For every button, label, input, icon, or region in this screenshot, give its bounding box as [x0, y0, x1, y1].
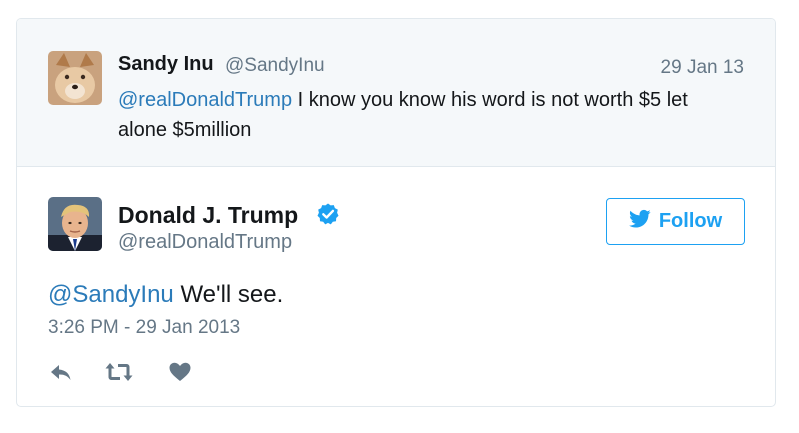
- tweet-text: @SandyInu We'll see.: [48, 281, 283, 309]
- follow-button-label: Follow: [658, 210, 723, 232]
- like-icon[interactable]: [168, 360, 192, 384]
- author-name[interactable]: Donald J. Trump: [118, 202, 298, 229]
- tweet-timestamp[interactable]: 3:26 PM - 29 Jan 2013: [48, 317, 240, 339]
- parent-author-name[interactable]: Sandy Inu: [118, 53, 214, 76]
- parent-mention-link[interactable]: @realDonaldTrump: [118, 89, 292, 111]
- parent-tweet-date[interactable]: 29 Jan 13: [661, 57, 744, 79]
- twitter-bird-icon: [628, 209, 651, 235]
- embedded-tweet-card: Sandy Inu @SandyInu 29 Jan 13 @realDonal…: [16, 18, 776, 407]
- tweet-mention-link[interactable]: @SandyInu: [48, 281, 174, 308]
- follow-button[interactable]: Follow: [606, 198, 745, 245]
- verified-badge-icon: [316, 202, 340, 226]
- parent-author-handle[interactable]: @SandyInu: [225, 55, 325, 77]
- parent-tweet-text: @realDonaldTrump I know you know his wor…: [118, 85, 738, 145]
- reply-icon[interactable]: [48, 360, 74, 384]
- author-avatar[interactable]: [48, 197, 102, 251]
- parent-avatar[interactable]: [48, 51, 102, 105]
- parent-tweet: Sandy Inu @SandyInu 29 Jan 13 @realDonal…: [17, 19, 775, 167]
- tweet-body: We'll see.: [173, 281, 284, 308]
- author-handle[interactable]: @realDonaldTrump: [118, 231, 292, 254]
- retweet-icon[interactable]: [104, 360, 134, 384]
